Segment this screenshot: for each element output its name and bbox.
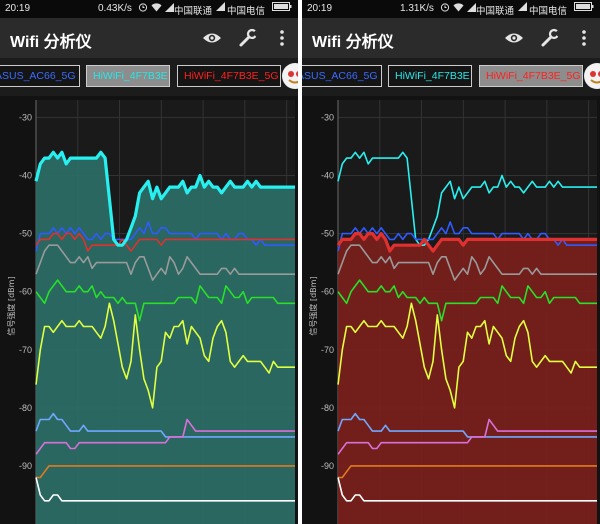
y-axis-label: 信号强度 [dBm] — [6, 276, 16, 335]
wrench-icon[interactable] — [538, 26, 562, 50]
carrier-2: 中国电信 — [227, 6, 266, 17]
tab-asus-ac66-5g[interactable]: ASUS_AC66_5G — [302, 65, 382, 87]
battery-group — [272, 2, 292, 11]
eye-icon[interactable] — [502, 26, 526, 50]
signal-chart: -30 -40 -50 -60 -70 -80 -90 信号强度 [dBm] — [302, 96, 600, 524]
wifi-icon — [453, 3, 464, 12]
status-time: 20:19 — [307, 3, 333, 14]
y-tick-label: -70 — [321, 345, 334, 355]
overflow-menu-icon[interactable] — [572, 26, 596, 50]
tab-asus-ac66-5g[interactable]: ASUS_AC66_5G — [0, 65, 80, 87]
y-tick-label: -40 — [19, 171, 32, 181]
y-tick-label: -70 — [19, 345, 32, 355]
phone-screen-right: 20:19 1.31K/s 中国联通 中国电信 Wifi 分析仪 ASUS_AC… — [302, 0, 600, 524]
battery-group — [574, 2, 594, 11]
carrier-1: 中国联通 — [476, 6, 515, 17]
y-tick-label: -30 — [321, 112, 334, 122]
y-tick-label: -90 — [19, 461, 32, 471]
highlight-area — [338, 233, 597, 524]
y-tick-label: -60 — [321, 287, 334, 297]
status-icons — [138, 2, 174, 12]
status-bar: 20:19 0.43K/s 中国联通 中国电信 — [0, 0, 298, 18]
app-title: Wifi 分析仪 — [10, 34, 92, 51]
status-bar: 20:19 1.31K/s 中国联通 中国电信 — [302, 0, 600, 18]
wifi-icon — [151, 3, 162, 12]
y-tick-label: -80 — [19, 403, 32, 413]
wrench-icon[interactable] — [236, 26, 260, 50]
ssid-tab-strip: ASUS_AC66_5G HiWiFi_4F7B3E HiWiFi_4F7B3E… — [302, 58, 600, 96]
status-icons — [440, 2, 476, 12]
signal-chart-svg: -30 -40 -50 -60 -70 -80 -90 信号强度 [dBm] — [0, 96, 298, 524]
sim2-signal-icon — [216, 2, 225, 11]
signal-chart-svg: -30 -40 -50 -60 -70 -80 -90 信号强度 [dBm] — [302, 96, 600, 524]
tab-label: HiWiFi_4F7B3E — [395, 70, 470, 82]
status-net-speed: 1.31K/s — [400, 3, 434, 14]
tab-label: HiWiFi_4F7B3E_5G — [184, 70, 279, 82]
status-time: 20:19 — [5, 3, 31, 14]
tab-label: ASUS_AC66_5G — [0, 70, 76, 82]
carrier-2: 中国电信 — [529, 6, 568, 17]
sim2-signal-icon — [518, 2, 527, 11]
app-bar: Wifi 分析仪 — [0, 18, 298, 58]
y-tick-label: -40 — [321, 171, 334, 181]
app-title: Wifi 分析仪 — [312, 34, 394, 51]
alarm-icon — [138, 3, 148, 12]
y-tick-label: -30 — [19, 112, 32, 122]
tab-hiwifi-4f7b3e[interactable]: HiWiFi_4F7B3E — [388, 65, 472, 87]
eye-icon[interactable] — [200, 26, 224, 50]
y-tick-label: -50 — [321, 229, 334, 239]
tab-hiwifi-4f7b3e-5g[interactable]: HiWiFi_4F7B3E_5G — [177, 65, 281, 87]
mascot-badge-icon[interactable] — [584, 63, 600, 89]
mascot-badge-icon[interactable] — [282, 63, 298, 89]
tab-label: ASUS_AC66_5G — [302, 70, 378, 82]
overflow-menu-icon[interactable] — [270, 26, 294, 50]
status-net-speed: 0.43K/s — [98, 3, 132, 14]
ssid-tab-strip: ASUS_AC66_5G HiWiFi_4F7B3E HiWiFi_4F7B3E… — [0, 58, 298, 96]
y-tick-label: -80 — [321, 403, 334, 413]
carrier-1: 中国联通 — [174, 6, 213, 17]
y-tick-label: -90 — [321, 461, 334, 471]
y-tick-label: -50 — [19, 229, 32, 239]
sim1-signal-icon — [165, 2, 174, 12]
status-icons-2 — [518, 2, 527, 11]
status-icons-2 — [216, 2, 225, 11]
tab-hiwifi-4f7b3e[interactable]: HiWiFi_4F7B3E — [86, 65, 170, 87]
tab-label: HiWiFi_4F7B3E — [93, 70, 168, 82]
sim1-signal-icon — [467, 2, 476, 12]
battery-icon — [272, 2, 292, 11]
battery-icon — [574, 2, 594, 11]
y-tick-label: -60 — [19, 287, 32, 297]
tab-label: HiWiFi_4F7B3E_5G — [486, 70, 581, 82]
app-bar: Wifi 分析仪 — [302, 18, 600, 58]
tab-hiwifi-4f7b3e-5g[interactable]: HiWiFi_4F7B3E_5G — [479, 65, 583, 87]
signal-chart: -30 -40 -50 -60 -70 -80 -90 信号强度 [dBm] — [0, 96, 298, 524]
alarm-icon — [440, 3, 450, 12]
phone-screen-left: 20:19 0.43K/s 中国联通 中国电信 Wifi 分析仪 ASUS_AC… — [0, 0, 298, 524]
y-axis-label: 信号强度 [dBm] — [308, 276, 318, 335]
highlight-area — [36, 152, 295, 524]
